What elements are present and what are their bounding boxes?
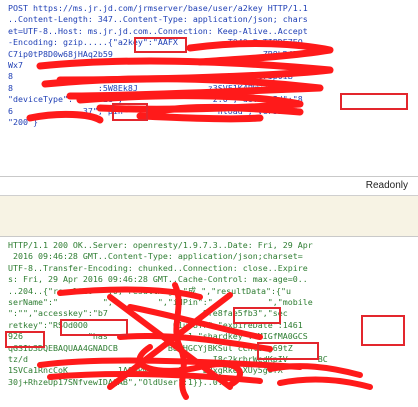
response-line: retkey":"RSOd0O0 01u08T7","expireDate":1…: [8, 319, 303, 330]
response-line: 926 "has " t":1,"shardkey":"MIGfMA0GCS: [8, 331, 308, 342]
request-line: Wx7: [8, 60, 303, 71]
request-line: 8 RDE7EOC7ip0iB: [8, 71, 293, 82]
readonly-label: Readonly: [365, 180, 408, 191]
status-bar: Readonly: [0, 177, 418, 196]
request-line: POST https://ms.jr.jd.com/jrmserver/base…: [8, 3, 308, 13]
response-line: s: Fri, 29 Apr 2016 09:46:28 GMT..Cache-…: [8, 274, 308, 285]
request-line: 6 .37","pin" " nload","version":: [8, 105, 303, 116]
request-line: "deviceType":"android"," "2.0","deviceId…: [8, 94, 303, 105]
response-line: UTF-8..Transfer-Encoding: chunked..Conne…: [8, 262, 308, 273]
response-line: qGSIb3DQEBAQUAA4GNADCB BUNHGCYjBKSul cCn…: [8, 342, 293, 353]
request-line: -Encoding: gzip.....{"a2key":"AAFX T040 …: [8, 37, 303, 48]
request-line: 8 :5W8Ek8J z3SVF1K4PWx76E",: [8, 82, 288, 93]
request-line: C7ip0tP8D0w68jHAq2b59 ZB8hR4PP: [8, 48, 303, 59]
response-line: 1SVCa1RncCoK 1A8oPwT JH b2xgRkeeXUy5gOfX: [8, 365, 283, 376]
request-line: et=UTF-8..Host: ms.jr.jd.com..Connection…: [8, 25, 308, 36]
response-line: 30j+RhzeUp17SNfvewIDAQAB","OldUser":1}}.…: [8, 376, 233, 387]
response-text: HTTP/1.1 200 OK..Server: openresty/1.9.7…: [0, 237, 418, 388]
response-line: ":"","accesskey":"b7 8fe8fae5fb3","sec: [8, 308, 288, 319]
request-line: "200"}: [8, 117, 38, 128]
response-line: ..204..{"resultCo :0,"resultMsg":"成 ","r…: [8, 285, 292, 296]
response-line: serName":" "," ","idPin":" ","mobile: [8, 297, 313, 308]
splitter-area[interactable]: [0, 196, 418, 237]
request-text: POST https://ms.jr.jd.com/jrmserver/base…: [0, 0, 418, 128]
response-line: HTTP/1.1 200 OK..Server: openresty/1.9.7…: [8, 240, 313, 250]
response-line: tz/d I8c2krbrWedKpIV BC: [8, 354, 328, 365]
response-line: 2016 09:46:28 GMT..Content-Type: applica…: [8, 251, 303, 262]
request-line: ..Content-Length: 347..Content-Type: app…: [8, 14, 308, 25]
request-text-pane[interactable]: POST https://ms.jr.jd.com/jrmserver/base…: [0, 0, 418, 177]
response-text-pane[interactable]: HTTP/1.1 200 OK..Server: openresty/1.9.7…: [0, 237, 418, 407]
